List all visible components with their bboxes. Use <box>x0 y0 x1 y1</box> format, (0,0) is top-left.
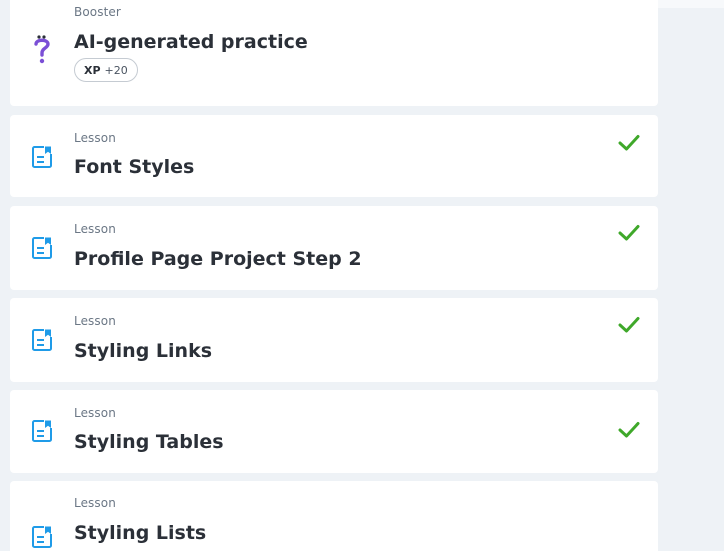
card-type-label: Lesson <box>74 314 116 328</box>
check-icon <box>618 225 640 241</box>
card-type-label: Booster <box>74 5 121 19</box>
lesson-card[interactable]: Lesson Profile Page Project Step 2 <box>10 206 658 290</box>
xp-value: +20 <box>104 63 128 77</box>
lesson-document-icon <box>32 420 52 442</box>
card-title[interactable]: Styling Tables <box>74 431 224 453</box>
lesson-document-icon <box>32 146 52 168</box>
lesson-document-icon <box>32 526 52 548</box>
check-icon <box>618 422 640 438</box>
booster-card[interactable]: Booster AI-generated practice XP +20 <box>10 0 658 106</box>
page-background-strip <box>658 0 724 8</box>
check-icon <box>618 317 640 333</box>
card-title[interactable]: AI-generated practice <box>74 31 308 53</box>
lesson-card[interactable]: Lesson Styling Tables <box>10 390 658 473</box>
lesson-card[interactable]: Lesson Font Styles <box>10 115 658 197</box>
question-mark-icon <box>34 35 50 64</box>
card-title[interactable]: Styling Links <box>74 340 212 362</box>
check-icon <box>618 135 640 151</box>
lesson-document-icon <box>32 237 52 259</box>
card-type-label: Lesson <box>74 222 116 236</box>
card-title[interactable]: Font Styles <box>74 156 194 178</box>
xp-label: XP <box>84 63 101 77</box>
lesson-document-icon <box>32 329 52 351</box>
card-title[interactable]: Profile Page Project Step 2 <box>74 248 362 270</box>
card-type-label: Lesson <box>74 496 116 510</box>
card-type-label: Lesson <box>74 131 116 145</box>
lesson-card[interactable]: Lesson Styling Lists <box>10 481 658 551</box>
xp-badge: XP +20 <box>74 58 138 82</box>
lesson-card[interactable]: Lesson Styling Links <box>10 298 658 382</box>
card-title[interactable]: Styling Lists <box>74 522 206 544</box>
card-type-label: Lesson <box>74 406 116 420</box>
